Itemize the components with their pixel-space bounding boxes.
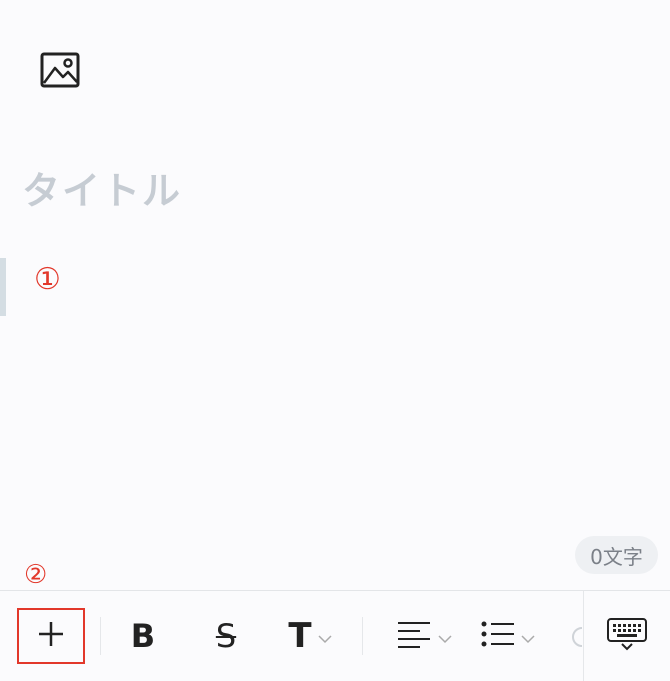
add-button[interactable] xyxy=(17,608,85,664)
keyboard-icon xyxy=(606,617,648,655)
toolbar-divider xyxy=(583,591,584,681)
list-button[interactable] xyxy=(474,591,542,681)
align-left-icon xyxy=(396,620,432,652)
strikethrough-icon: S xyxy=(215,617,237,655)
body-editor[interactable] xyxy=(10,250,650,520)
bold-button[interactable]: B xyxy=(118,591,168,681)
bulleted-list-icon xyxy=(481,621,515,651)
plus-icon xyxy=(37,620,65,652)
chevron-down-icon xyxy=(318,629,332,648)
annotation-marker-2: ② xyxy=(24,560,48,590)
formatting-toolbar: B S T xyxy=(0,590,670,681)
text-size-icon: T xyxy=(288,616,312,656)
text-size-button[interactable]: T xyxy=(280,591,340,681)
bold-icon: B xyxy=(130,617,156,655)
image-icon xyxy=(40,52,80,92)
title-input[interactable]: タイトル xyxy=(22,160,182,215)
chevron-down-icon xyxy=(438,629,452,648)
insert-image-button[interactable] xyxy=(40,52,80,92)
char-count-badge: 0文字 xyxy=(575,536,658,574)
align-button[interactable] xyxy=(390,591,458,681)
link-icon[interactable] xyxy=(570,621,582,651)
toolbar-divider xyxy=(100,617,101,655)
title-placeholder: タイトル xyxy=(22,169,183,213)
annotation-marker-1: ① xyxy=(34,262,61,297)
keyboard-toggle-button[interactable] xyxy=(596,591,658,681)
body-caret-indicator xyxy=(0,258,6,316)
toolbar-divider xyxy=(362,617,363,655)
chevron-down-icon xyxy=(521,629,535,648)
strikethrough-button[interactable]: S xyxy=(200,591,252,681)
